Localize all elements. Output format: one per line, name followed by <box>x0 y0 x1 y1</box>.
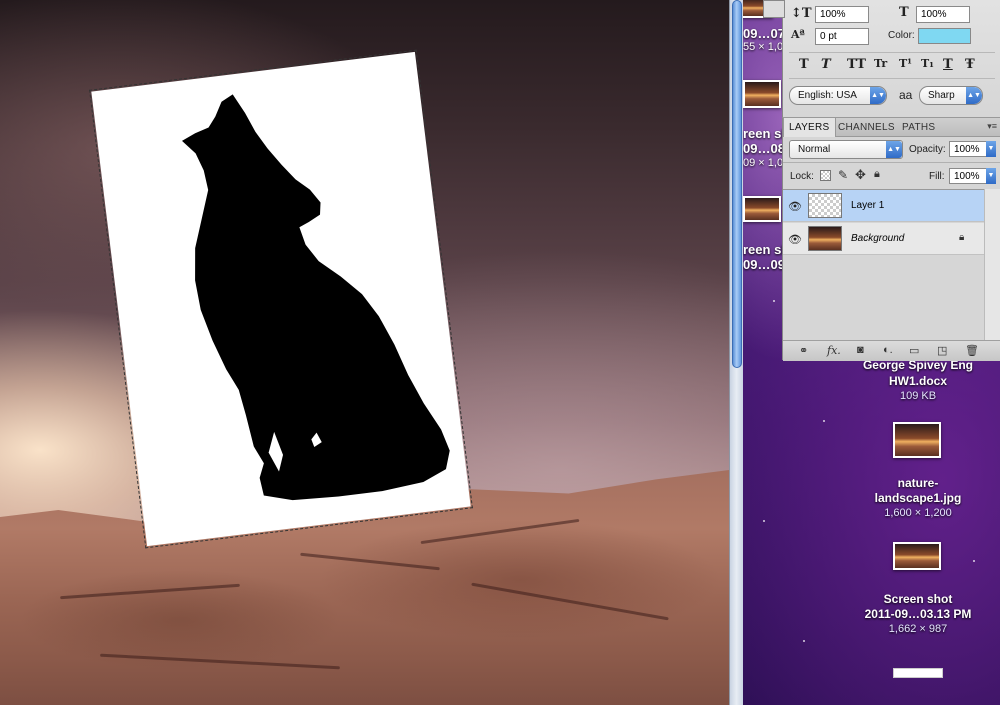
rock-crack <box>471 582 669 621</box>
opacity-dropdown-icon[interactable]: ▼ <box>986 141 996 157</box>
select-arrow-icon: ▲▼ <box>870 87 886 104</box>
language-select[interactable]: English: USA ▲▼ <box>789 86 887 105</box>
fill-label: Fill: <box>929 171 945 182</box>
opacity-label: Opacity: <box>909 144 946 155</box>
antialias-value: Sharp <box>928 90 955 101</box>
language-value: English: USA <box>798 90 857 101</box>
desktop-icon-partial[interactable] <box>743 196 781 222</box>
canvas-vertical-scrollbar[interactable] <box>729 0 743 705</box>
character-panel: ↕T 100% T 100% Aª 0 pt Color: T T TT Tr … <box>763 0 1000 117</box>
fill-dropdown-icon[interactable]: ▼ <box>986 168 996 184</box>
desktop-label-partial: 09…08 <box>743 141 785 156</box>
desktop-label-partial: 55 × 1,0 <box>743 41 784 53</box>
baseline-shift-input[interactable]: 0 pt <box>815 28 869 45</box>
link-icon[interactable]: ⚭ <box>799 344 808 357</box>
vertical-scale-icon: ↕T <box>791 6 812 21</box>
fx-icon[interactable]: fx. <box>827 344 841 357</box>
desktop-icon-partial[interactable] <box>743 80 781 108</box>
blend-mode-select[interactable]: Normal ▲▼ <box>789 140 903 159</box>
layers-panel-footer: ⚭ fx. ◙ ◐. ▭ ◳ 🗑︎ <box>783 340 1000 361</box>
wolf-silhouette-layer[interactable] <box>88 49 474 549</box>
eye-icon[interactable]: 👁︎ <box>788 200 802 213</box>
new-layer-icon[interactable]: ◳ <box>937 344 947 357</box>
desktop-file-thumbnail[interactable] <box>893 668 943 678</box>
underline-button[interactable]: T <box>943 57 953 72</box>
rock-crack <box>100 653 340 670</box>
layer-row-layer-1[interactable]: 👁︎ Layer 1 <box>783 190 985 222</box>
subscript-button[interactable]: T₁ <box>921 57 934 70</box>
small-caps-button[interactable]: Tr <box>874 57 887 70</box>
desktop-file-name[interactable]: 2011-09…03.13 PM <box>838 607 998 621</box>
text-color-swatch[interactable] <box>918 28 971 44</box>
layers-scrollbar[interactable] <box>984 189 1000 340</box>
desktop-file-thumbnail[interactable] <box>893 422 941 458</box>
group-icon[interactable]: ▭ <box>909 344 919 357</box>
tab-layers[interactable]: LAYERS <box>783 118 836 137</box>
layers-panel: LAYERS CHANNELS PATHS ▾≡ Normal ▲▼ Opaci… <box>782 117 1000 361</box>
rock-crack <box>420 518 580 545</box>
desktop-file-name[interactable]: landscape1.jpg <box>838 491 998 505</box>
vertical-scale-input[interactable]: 100% <box>815 6 869 23</box>
select-arrow-icon: ▲▼ <box>966 87 982 104</box>
baseline-shift-icon: Aª <box>791 28 805 41</box>
faux-bold-button[interactable]: T <box>799 57 809 72</box>
wolf-silhouette <box>181 94 450 501</box>
desktop-file-meta: 1,662 × 987 <box>888 623 948 635</box>
lock-position-icon[interactable]: ✥ <box>855 167 866 183</box>
all-caps-button[interactable]: TT <box>847 57 866 72</box>
desktop-label-partial: 09…07 <box>743 26 785 41</box>
lock-image-icon[interactable]: ✎ <box>838 168 848 182</box>
horizontal-scale-icon: T <box>899 5 909 20</box>
rock-crack <box>300 552 440 571</box>
color-label: Color: <box>888 30 915 41</box>
panel-menu-icon[interactable]: ▾≡ <box>987 121 997 132</box>
layers-panel-tabs: LAYERS CHANNELS PATHS ▾≡ <box>783 118 1000 137</box>
fill-input[interactable]: 100% <box>949 168 987 184</box>
desktop-file-name[interactable]: nature- <box>838 476 998 490</box>
strikethrough-button[interactable]: Ŧ <box>965 57 975 72</box>
faux-italic-button[interactable]: T <box>821 57 831 72</box>
antialias-select[interactable]: Sharp ▲▼ <box>919 86 983 105</box>
mask-icon[interactable]: ◙ <box>857 344 864 356</box>
desktop-label-partial: 09…09 <box>743 257 785 272</box>
tab-channels[interactable]: CHANNELS <box>833 118 900 137</box>
lock-all-icon[interactable]: 🔒︎ <box>874 168 880 181</box>
eye-icon[interactable]: 👁︎ <box>788 233 802 246</box>
adjustment-icon[interactable]: ◐. <box>883 344 893 356</box>
desktop-file-thumbnail[interactable] <box>893 542 941 570</box>
superscript-button[interactable]: T¹ <box>899 57 912 70</box>
tab-paths[interactable]: PATHS <box>897 118 940 137</box>
panel-dock-button[interactable] <box>763 0 785 18</box>
lock-transparent-icon[interactable] <box>820 170 831 181</box>
layer-thumbnail <box>808 193 842 218</box>
rock-crack <box>60 583 240 600</box>
desktop-file-meta: 1,600 × 1,200 <box>884 507 952 519</box>
desktop-file-name[interactable]: HW1.docx <box>838 374 998 388</box>
lock-label: Lock: <box>790 171 814 182</box>
trash-icon[interactable]: 🗑︎ <box>965 344 979 357</box>
blend-mode-value: Normal <box>798 144 831 155</box>
horizontal-scale-input[interactable]: 100% <box>916 6 970 23</box>
antialias-icon: aa <box>899 88 913 102</box>
scrollbar-thumb[interactable] <box>732 0 742 368</box>
layer-name[interactable]: Layer 1 <box>851 200 884 211</box>
opacity-input[interactable]: 100% <box>949 141 987 157</box>
lock-icon: 🔒︎ <box>959 232 965 243</box>
desktop-file-meta: 109 KB <box>899 390 937 402</box>
desktop-file-name[interactable]: Screen shot <box>838 592 998 606</box>
desktop-label-partial: 09 × 1,0 <box>743 157 784 169</box>
layer-thumbnail <box>808 226 842 251</box>
layer-row-background[interactable]: 👁︎ Background 🔒︎ <box>783 223 985 255</box>
document-canvas[interactable] <box>0 0 729 705</box>
select-arrow-icon: ▲▼ <box>886 141 902 158</box>
layer-name[interactable]: Background <box>851 233 904 244</box>
